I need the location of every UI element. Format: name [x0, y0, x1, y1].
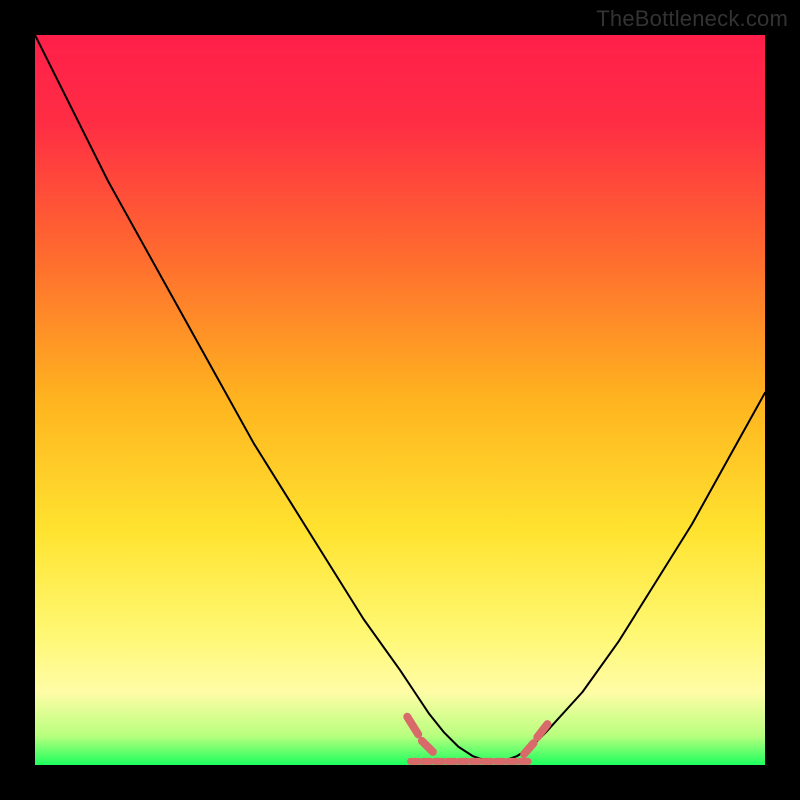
gradient-background	[35, 35, 765, 765]
chart-frame: TheBottleneck.com	[0, 0, 800, 800]
bottleneck-curve-chart	[35, 35, 765, 765]
watermark-label: TheBottleneck.com	[596, 6, 788, 32]
plot-area	[35, 35, 765, 765]
